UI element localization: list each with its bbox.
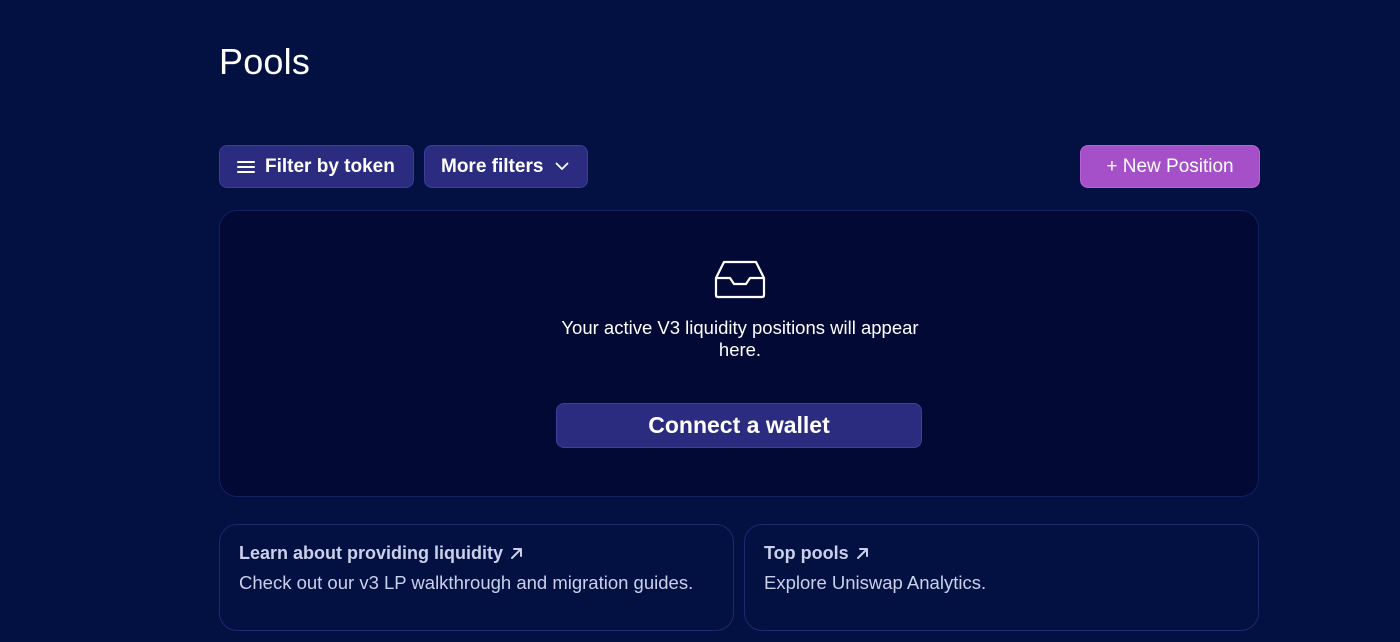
menu-icon bbox=[237, 160, 255, 174]
learn-liquidity-title-text: Learn about providing liquidity bbox=[239, 543, 503, 563]
arrow-up-right-icon bbox=[511, 547, 522, 559]
more-filters-label: More filters bbox=[441, 155, 544, 177]
empty-state-message: Your active V3 liquidity positions will … bbox=[561, 317, 919, 360]
top-pools-card[interactable]: Top pools Explore Uniswap Analytics. bbox=[744, 524, 1259, 631]
inbox-icon bbox=[714, 260, 766, 299]
pools-page: Pools Filter by token More filters + New… bbox=[0, 0, 1400, 642]
chevron-down-icon bbox=[555, 162, 569, 171]
learn-liquidity-title: Learn about providing liquidity bbox=[239, 542, 714, 564]
top-pools-title-text: Top pools bbox=[764, 543, 849, 563]
filter-by-token-button[interactable]: Filter by token bbox=[219, 145, 414, 188]
page-title: Pools bbox=[219, 41, 311, 82]
learn-liquidity-description: Check out our v3 LP walkthrough and migr… bbox=[239, 572, 694, 593]
new-position-button[interactable]: + New Position bbox=[1080, 145, 1260, 188]
connect-wallet-button[interactable]: Connect a wallet bbox=[556, 403, 922, 448]
filter-by-token-label: Filter by token bbox=[265, 155, 395, 177]
top-pools-description: Explore Uniswap Analytics. bbox=[764, 572, 987, 593]
more-filters-button[interactable]: More filters bbox=[424, 145, 588, 188]
positions-empty-panel: Your active V3 liquidity positions will … bbox=[219, 210, 1259, 497]
learn-liquidity-card[interactable]: Learn about providing liquidity Check ou… bbox=[219, 524, 734, 631]
arrow-up-right-icon bbox=[856, 547, 868, 559]
top-pools-title: Top pools bbox=[764, 542, 1239, 564]
